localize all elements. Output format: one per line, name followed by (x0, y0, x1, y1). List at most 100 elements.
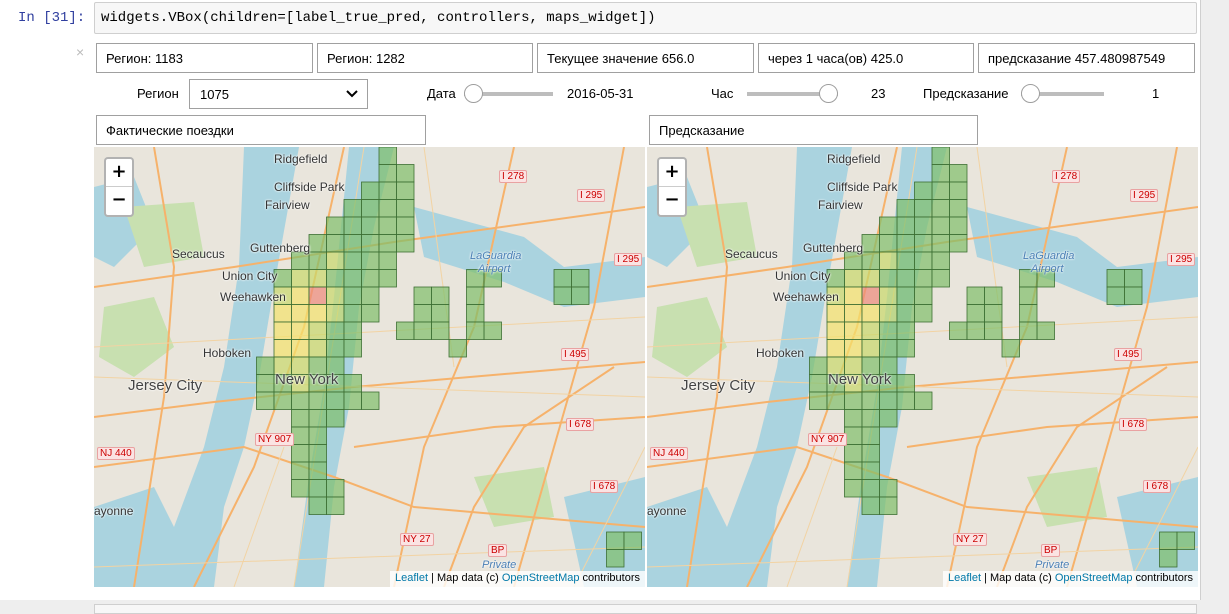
region-cell[interactable] (361, 234, 380, 253)
region-cell[interactable] (931, 147, 950, 165)
region-cell[interactable] (466, 286, 485, 305)
region-cell[interactable] (413, 321, 432, 340)
region-cell[interactable] (1159, 549, 1178, 568)
region-cell[interactable] (396, 199, 415, 218)
region-cell[interactable] (966, 304, 985, 323)
region-cell[interactable] (431, 321, 450, 340)
region-cell[interactable] (326, 339, 345, 358)
region-cell[interactable] (984, 321, 1003, 340)
region-cell[interactable] (861, 251, 880, 270)
region-cell[interactable] (914, 304, 933, 323)
region-cell[interactable] (931, 216, 950, 235)
region-cell[interactable] (879, 391, 898, 410)
region-cell[interactable] (896, 374, 915, 393)
osm-link[interactable]: OpenStreetMap (502, 572, 580, 584)
region-cell[interactable] (861, 321, 880, 340)
region-cell[interactable] (326, 321, 345, 340)
region-cell[interactable] (949, 164, 968, 183)
hour-slider-handle[interactable] (819, 84, 838, 103)
region-cell[interactable] (378, 269, 397, 288)
region-cell[interactable] (273, 304, 292, 323)
region-cell[interactable] (326, 234, 345, 253)
region-cell[interactable] (844, 269, 863, 288)
region-cell[interactable] (273, 339, 292, 358)
region-cell[interactable] (1176, 531, 1195, 550)
region-cell[interactable] (361, 216, 380, 235)
region-cell[interactable] (396, 164, 415, 183)
region-cell[interactable] (826, 321, 845, 340)
region-cell[interactable] (291, 479, 310, 498)
region-cell[interactable] (378, 199, 397, 218)
region-cell[interactable] (879, 251, 898, 270)
region-cell[interactable] (844, 286, 863, 305)
region-a-box[interactable]: Регион: 1183 (96, 43, 313, 73)
region-cell[interactable] (343, 374, 362, 393)
region-cell[interactable] (361, 391, 380, 410)
actual-trips-title[interactable]: Фактические поездки (96, 115, 426, 145)
region-cell[interactable] (844, 426, 863, 445)
region-cell[interactable] (413, 286, 432, 305)
region-cell[interactable] (896, 251, 915, 270)
region-cell[interactable] (1001, 339, 1020, 358)
region-cell[interactable] (291, 461, 310, 480)
region-cell[interactable] (291, 426, 310, 445)
region-cell[interactable] (308, 339, 327, 358)
region-cell[interactable] (861, 461, 880, 480)
region-cell[interactable] (949, 181, 968, 200)
region-cell[interactable] (378, 147, 397, 165)
region-cell[interactable] (844, 321, 863, 340)
region-cell[interactable] (361, 269, 380, 288)
region-cell[interactable] (291, 269, 310, 288)
region-cell[interactable] (361, 304, 380, 323)
region-cell[interactable] (1036, 321, 1055, 340)
leaflet-link[interactable]: Leaflet (948, 572, 981, 584)
region-cell[interactable] (308, 304, 327, 323)
prediction-value-box[interactable]: предсказание 457.480987549 (978, 43, 1195, 73)
leaflet-link[interactable]: Leaflet (395, 572, 428, 584)
region-cell[interactable] (361, 181, 380, 200)
region-cell[interactable] (378, 164, 397, 183)
region-cell[interactable] (308, 286, 327, 305)
region-cell[interactable] (606, 549, 625, 568)
region-cell[interactable] (844, 479, 863, 498)
region-cell[interactable] (861, 496, 880, 515)
region-cell[interactable] (396, 321, 415, 340)
region-cell[interactable] (966, 286, 985, 305)
region-cell[interactable] (914, 199, 933, 218)
region-cell[interactable] (879, 409, 898, 428)
region-cell[interactable] (326, 251, 345, 270)
region-cell[interactable] (256, 391, 275, 410)
region-cell[interactable] (448, 339, 467, 358)
region-cell[interactable] (931, 199, 950, 218)
region-cell[interactable] (343, 216, 362, 235)
region-cell[interactable] (343, 251, 362, 270)
region-cell[interactable] (984, 304, 1003, 323)
next-cell-input[interactable] (94, 604, 1197, 614)
region-cell[interactable] (326, 496, 345, 515)
region-cell[interactable] (826, 304, 845, 323)
region-cell[interactable] (879, 234, 898, 253)
region-cell[interactable] (896, 234, 915, 253)
region-cell[interactable] (914, 286, 933, 305)
region-cell[interactable] (466, 304, 485, 323)
region-cell[interactable] (291, 391, 310, 410)
region-cell[interactable] (343, 199, 362, 218)
region-cell[interactable] (291, 409, 310, 428)
region-cell[interactable] (861, 269, 880, 288)
region-cell[interactable] (896, 269, 915, 288)
region-cell[interactable] (343, 339, 362, 358)
region-cell[interactable] (308, 409, 327, 428)
region-cell[interactable] (571, 269, 590, 288)
region-cell[interactable] (896, 321, 915, 340)
region-cell[interactable] (861, 426, 880, 445)
osm-link[interactable]: OpenStreetMap (1055, 572, 1133, 584)
region-cell[interactable] (308, 461, 327, 480)
region-cell[interactable] (256, 374, 275, 393)
region-cell[interactable] (914, 269, 933, 288)
region-cell[interactable] (931, 164, 950, 183)
region-cell[interactable] (949, 234, 968, 253)
region-cell[interactable] (308, 251, 327, 270)
region-cell[interactable] (466, 321, 485, 340)
region-cell[interactable] (914, 391, 933, 410)
region-cell[interactable] (343, 269, 362, 288)
